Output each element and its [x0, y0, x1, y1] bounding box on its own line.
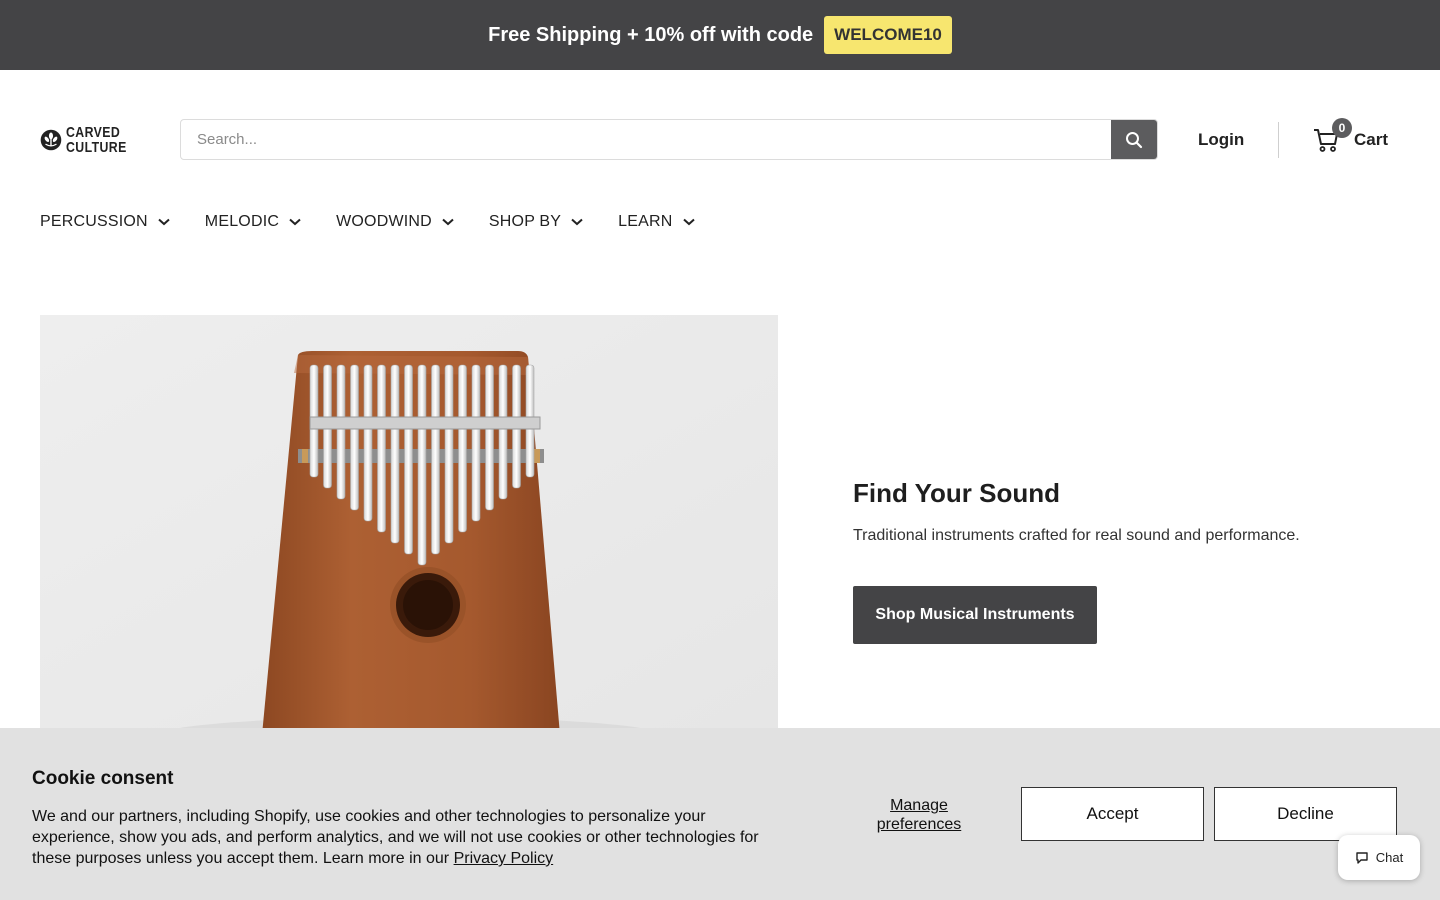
nav-item-woodwind[interactable]: WOODWIND: [336, 210, 454, 234]
nav-item-shop-by[interactable]: SHOP BY: [489, 210, 583, 234]
chevron-down-icon: [571, 218, 583, 226]
kalimba-tine: [417, 364, 427, 566]
kalimba-tine: [458, 364, 467, 533]
kalimba-tine: [431, 364, 440, 555]
nav-item-label: WOODWIND: [336, 213, 432, 230]
nav-item-label: PERCUSSION: [40, 213, 148, 230]
search-bar: [180, 119, 1158, 160]
privacy-policy-link[interactable]: Privacy Policy: [454, 850, 554, 867]
kalimba-tine: [336, 364, 346, 500]
site-logo[interactable]: CARVED CULTURE: [40, 120, 140, 160]
search-icon: [1126, 131, 1143, 148]
nav-item-label: MELODIC: [204, 213, 280, 230]
announcement-text: Free Shipping + 10% off with code: [488, 23, 814, 46]
promo-code-badge: WELCOME10: [824, 16, 952, 54]
hero-subtitle: Traditional instruments crafted for real…: [853, 527, 1300, 544]
logo-line-2: CULTURE: [65, 139, 127, 156]
site-header: CARVED CULTURE Login 0 Cart PERCUSSION: [0, 70, 1440, 230]
accept-button[interactable]: Accept: [1021, 787, 1204, 841]
kalimba-illustration: [40, 315, 778, 735]
manage-preferences-link[interactable]: Manage preferences: [862, 796, 976, 834]
cookie-title: Cookie consent: [32, 768, 174, 789]
chat-button[interactable]: Chat: [1338, 835, 1420, 880]
cookie-consent-banner: Cookie consent We and our partners, incl…: [0, 728, 1440, 900]
cookie-body-text: We and our partners, including Shopify, …: [32, 808, 759, 867]
nav-item-label: LEARN: [618, 213, 673, 230]
chevron-down-icon: [442, 218, 454, 226]
chat-bubble-icon: [1356, 851, 1368, 864]
kalimba-tine: [485, 364, 494, 511]
kalimba-tine: [498, 364, 508, 500]
cart-count-badge: 0: [1332, 118, 1352, 138]
search-input[interactable]: [181, 120, 1111, 159]
search-button[interactable]: [1111, 120, 1157, 159]
hero-image: [40, 315, 778, 735]
kalimba-tine: [350, 364, 359, 511]
cart-link[interactable]: 0 Cart: [1312, 118, 1389, 158]
cart-label: Cart: [1354, 130, 1389, 149]
shop-instruments-button[interactable]: Shop Musical Instruments: [853, 586, 1097, 644]
nav-item-melodic[interactable]: MELODIC: [205, 210, 301, 234]
kalimba-tine: [390, 364, 400, 544]
decline-button[interactable]: Decline: [1214, 787, 1397, 841]
kalimba-tine: [404, 364, 413, 555]
announcement-bar: Free Shipping + 10% off with code WELCOM…: [0, 0, 1440, 70]
hero-title: Find Your Sound: [853, 478, 1061, 508]
nav-item-percussion[interactable]: PERCUSSION: [40, 210, 170, 234]
kalimba-tine: [444, 364, 454, 544]
nav-item-learn[interactable]: LEARN: [618, 210, 695, 234]
main-nav: PERCUSSION MELODIC WOODWIND SHOP BY LEAR…: [40, 210, 695, 234]
kalimba-tine: [471, 364, 481, 522]
login-link[interactable]: Login: [1198, 130, 1244, 150]
logo-text: CARVED CULTURE: [66, 125, 127, 155]
chevron-down-icon: [682, 218, 695, 226]
kalimba-tine: [363, 364, 373, 522]
nav-item-label: SHOP BY: [488, 213, 562, 230]
chevron-down-icon: [158, 218, 170, 226]
cart-icon-wrap: 0: [1312, 118, 1352, 154]
chevron-down-icon: [289, 218, 301, 226]
logo-icon: [40, 129, 62, 151]
chat-label: Chat: [1375, 850, 1404, 865]
logo-line-1: CARVED: [65, 124, 121, 141]
kalimba-tine: [377, 364, 386, 533]
header-divider: [1278, 122, 1279, 158]
cookie-body: We and our partners, including Shopify, …: [32, 806, 772, 869]
